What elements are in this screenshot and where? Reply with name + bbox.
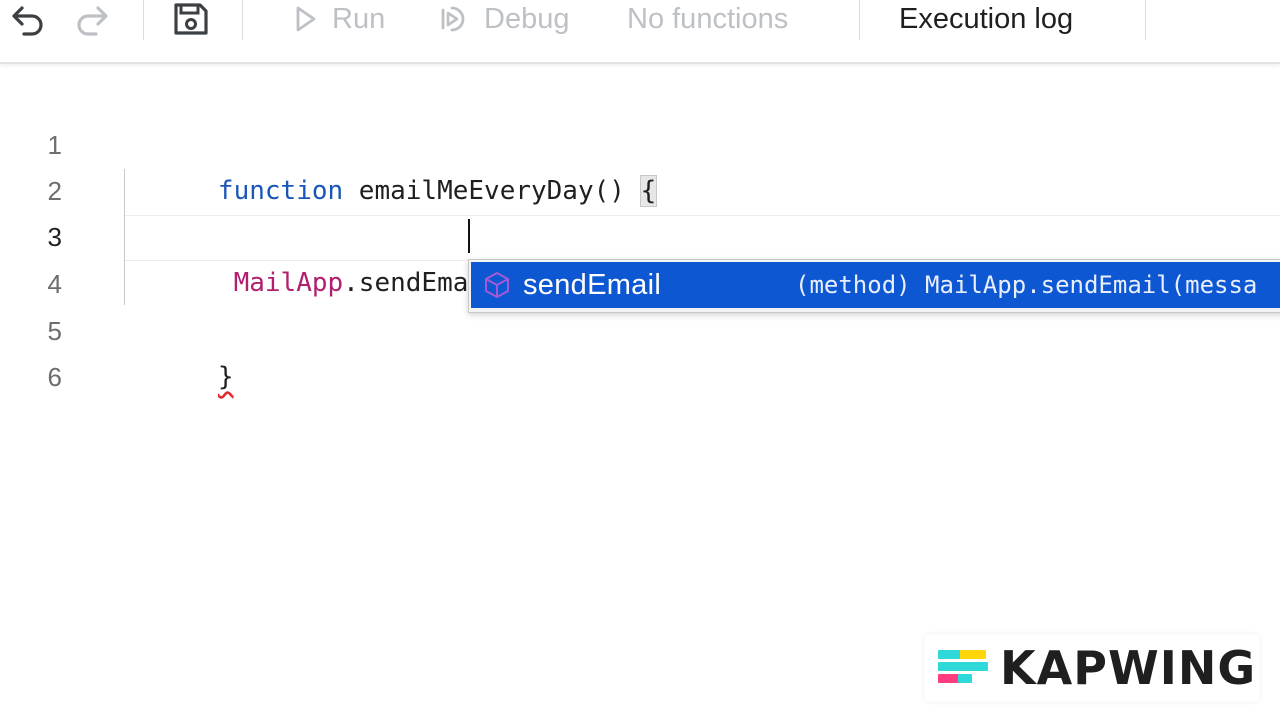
save-icon bbox=[172, 1, 210, 37]
editor-toolbar: Run Debug No functions Execution log bbox=[0, 0, 1280, 64]
method-cube-icon bbox=[471, 262, 523, 308]
run-button[interactable]: Run bbox=[292, 0, 385, 38]
open-brace: { bbox=[639, 175, 658, 207]
close-brace: } bbox=[217, 362, 234, 392]
save-button[interactable] bbox=[172, 0, 210, 38]
code-line-1[interactable]: function emailMeEveryDay() { bbox=[124, 122, 658, 207]
line-number: 4 bbox=[47, 269, 62, 299]
kapwing-wordmark: KAPWING bbox=[1000, 641, 1257, 695]
play-icon bbox=[292, 4, 320, 34]
function-select[interactable]: No functions bbox=[627, 0, 788, 38]
redo-button[interactable] bbox=[74, 0, 110, 38]
toolbar-divider bbox=[143, 0, 144, 40]
line-number: 6 bbox=[47, 362, 62, 392]
toolbar-divider bbox=[1145, 0, 1146, 40]
code-line-3[interactable]: MailApp.sendEmail bbox=[124, 214, 500, 298]
line-number: 5 bbox=[47, 316, 62, 346]
toolbar-divider bbox=[242, 0, 243, 40]
undo-button[interactable] bbox=[10, 0, 46, 38]
toolbar-divider bbox=[859, 0, 860, 40]
code-line-5[interactable]: } bbox=[124, 308, 234, 392]
keyword-function: function bbox=[217, 176, 344, 206]
redo-icon bbox=[74, 2, 110, 36]
suggestion-item-sendemail[interactable]: sendEmail (method) MailApp.sendEmail(mes… bbox=[471, 262, 1280, 308]
line-number: 2 bbox=[47, 176, 62, 206]
text-cursor bbox=[468, 219, 470, 253]
execution-log-button[interactable]: Execution log bbox=[899, 0, 1073, 38]
autocomplete-widget: sendEmail (method) MailApp.sendEmail(mes… bbox=[468, 259, 1280, 313]
class-mailapp: MailApp bbox=[233, 268, 344, 298]
apps-script-editor-window: Run Debug No functions Execution log 1 2… bbox=[0, 0, 1280, 720]
debug-icon bbox=[434, 2, 472, 36]
execution-log-label: Execution log bbox=[899, 2, 1074, 35]
debug-button[interactable]: Debug bbox=[434, 0, 569, 38]
line-number: 1 bbox=[47, 130, 62, 160]
function-select-value: No functions bbox=[627, 2, 789, 35]
undo-icon bbox=[10, 2, 46, 36]
kapwing-watermark: KAPWING bbox=[924, 634, 1260, 702]
function-signature: emailMeEveryDay() bbox=[343, 176, 641, 206]
suggestion-label: sendEmail bbox=[523, 268, 662, 301]
suggestion-detail: (method) MailApp.sendEmail(messa bbox=[795, 271, 1258, 299]
code-editor[interactable]: 1 2 3 4 5 6 function emailMeEveryDay() {… bbox=[0, 64, 1280, 720]
run-label: Run bbox=[332, 2, 386, 35]
line-number-active: 3 bbox=[47, 222, 62, 252]
debug-label: Debug bbox=[484, 2, 570, 35]
kapwing-logo-icon bbox=[936, 646, 990, 691]
